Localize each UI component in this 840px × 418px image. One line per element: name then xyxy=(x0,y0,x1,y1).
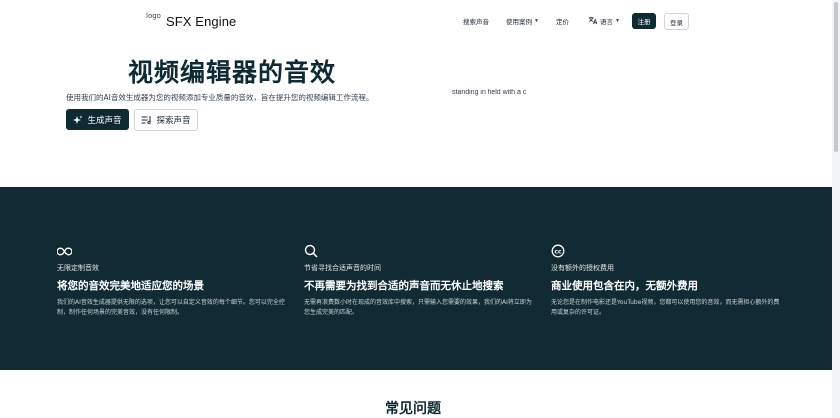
nav-link-use-cases[interactable]: 使用案例 ▼ xyxy=(506,13,539,29)
generate-sound-button[interactable]: 生成声音 xyxy=(66,109,129,130)
signup-button[interactable]: 注册 xyxy=(632,13,656,29)
explore-sounds-button[interactable]: 探索声音 xyxy=(134,109,198,131)
translate-icon xyxy=(588,16,598,27)
chevron-down-icon: ▼ xyxy=(534,18,539,24)
nav-link-label: 使用案例 xyxy=(506,19,532,26)
search-icon xyxy=(304,244,536,258)
scrollbar-thumb[interactable] xyxy=(834,2,838,152)
feature-title: 商业使用包含在内，无额外费用 xyxy=(551,280,698,292)
top-navbar: logo SFX Engine 搜索声音 使用案例 ▼ 定价 语言 ▼ 注册 登… xyxy=(0,0,832,42)
feature-description: 我们的AI音效生成器提供无限的选项，让您可以自定义音效的每个细节。您可以完全控制… xyxy=(57,299,285,316)
nav-link-search-sounds[interactable]: 搜索声音 xyxy=(463,13,489,29)
infinity-icon xyxy=(57,244,289,258)
nav-link-label: 搜索声音 xyxy=(463,19,489,26)
nav-link-label: 语言 xyxy=(600,19,613,26)
feature-title: 不再需要为找到合适的声音而无休止地搜索 xyxy=(304,280,504,292)
feature-title: 将您的音效完美地适应您的场景 xyxy=(57,280,204,292)
generate-sound-label: 生成声音 xyxy=(87,115,122,126)
feature-label: 节省寻找合适声音的时间 xyxy=(304,264,381,272)
login-button[interactable]: 登录 xyxy=(664,13,689,30)
prompt-marquee: standing in field with a c xyxy=(452,89,527,96)
nav-link-label: 定价 xyxy=(556,19,569,26)
chevron-down-icon: ▼ xyxy=(615,18,620,24)
hero-subtitle: 使用我们的AI音效生成器为您的视频添加专业质量的音效，旨在提升您的视频编辑工作流… xyxy=(66,93,374,102)
page-scrollbar[interactable] xyxy=(832,0,840,418)
list-music-icon xyxy=(141,115,152,125)
feature-label: 没有额外的授权费用 xyxy=(551,264,614,272)
features-section: 无限定制音效 将您的音效完美地适应您的场景 我们的AI音效生成器提供无限的选项，… xyxy=(0,187,832,370)
explore-sounds-label: 探索声音 xyxy=(156,116,191,126)
nav-link-language[interactable]: 语言 ▼ xyxy=(588,13,620,29)
copyright-icon: cc xyxy=(551,244,783,258)
faq-heading: 常见问题 xyxy=(385,401,441,417)
hero-title: 视频编辑器的音效 xyxy=(128,58,337,87)
feature-label: 无限定制音效 xyxy=(57,264,99,272)
sparkles-icon xyxy=(73,115,83,125)
svg-text:cc: cc xyxy=(554,248,562,255)
feature-card: cc 没有额外的授权费用 商业使用包含在内，无额外费用 无论您是在制作电影还是Y… xyxy=(551,244,783,318)
feature-card: 节省寻找合适声音的时间 不再需要为找到合适的声音而无休止地搜索 无需再浪费数小时… xyxy=(304,244,536,318)
nav-link-pricing[interactable]: 定价 xyxy=(556,13,569,29)
feature-description: 无论您是在制作电影还是YouTube视频，您都可以使用您的音效，而无需担心额外的… xyxy=(551,299,780,316)
nav-links: 搜索声音 使用案例 ▼ 定价 语言 ▼ xyxy=(0,13,832,29)
feature-description: 无需再浪费数小时在现成的音效库中搜索，只需输入您需要的效果，我们的AI将立即为您… xyxy=(304,299,532,316)
feature-card: 无限定制音效 将您的音效完美地适应您的场景 我们的AI音效生成器提供无限的选项，… xyxy=(57,244,289,318)
